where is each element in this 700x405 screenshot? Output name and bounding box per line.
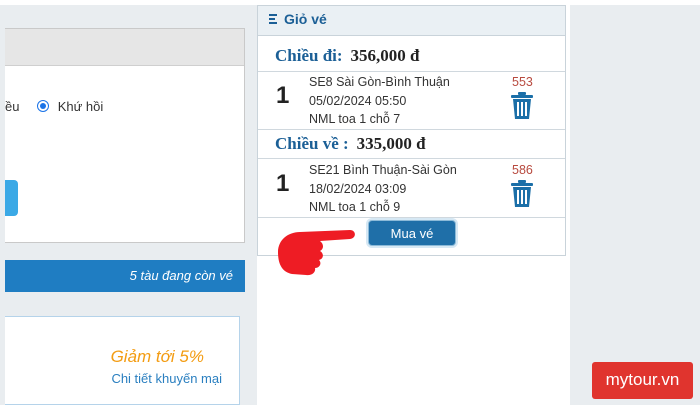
ticket-datetime: 05/02/2024 05:50 bbox=[309, 94, 407, 108]
trash-icon[interactable] bbox=[510, 180, 534, 208]
divider bbox=[258, 158, 565, 159]
search-form-header bbox=[5, 29, 244, 66]
outbound-label: Chiều đi: bbox=[275, 46, 343, 65]
trash-icon[interactable] bbox=[510, 92, 534, 120]
return-price: 335,000 đ bbox=[356, 134, 426, 153]
one-way-option-label[interactable]: ều bbox=[5, 99, 19, 114]
search-button[interactable] bbox=[5, 180, 18, 216]
promo-details-link[interactable]: Chi tiết khuyến mại bbox=[111, 371, 222, 386]
round-trip-label[interactable]: Khứ hồi bbox=[58, 99, 104, 114]
outbound-price: 356,000 đ bbox=[350, 46, 420, 65]
site-watermark: mytour.vn bbox=[592, 362, 693, 399]
ticket-datetime: 18/02/2024 03:09 bbox=[309, 182, 407, 196]
ticket-route: SE21 Bình Thuận-Sài Gòn bbox=[309, 163, 457, 177]
available-trains-bar: 5 tàu đang còn vé bbox=[5, 260, 245, 292]
cart-header: Giỏ vé bbox=[258, 6, 565, 36]
available-trains-text: 5 tàu đang còn vé bbox=[129, 268, 233, 283]
page-background-right bbox=[570, 0, 700, 405]
ticket-quantity: 1 bbox=[276, 82, 290, 109]
outbound-heading: Chiều đi: 356,000 đ bbox=[275, 46, 420, 66]
list-icon bbox=[269, 14, 277, 26]
ticket-code: 553 bbox=[512, 75, 533, 89]
divider bbox=[258, 129, 565, 130]
search-form-panel: ều Khứ hồi bbox=[5, 28, 245, 243]
page-background-gutter bbox=[245, 0, 257, 405]
cart-title: Giỏ vé bbox=[284, 11, 327, 27]
ticket-quantity: 1 bbox=[276, 170, 290, 197]
pointing-hand-icon bbox=[278, 230, 355, 276]
buy-ticket-button[interactable]: Mua vé bbox=[368, 220, 456, 246]
ticket-cart: Giỏ vé Chiều đi: 356,000 đ 1 SE8 Sài Gòn-… bbox=[257, 5, 566, 256]
round-trip-radio[interactable] bbox=[37, 100, 50, 112]
trip-type-selector: ều Khứ hồi bbox=[5, 99, 103, 114]
ticket-item-return: 1 SE21 Bình Thuận-Sài Gòn 18/02/2024 03:… bbox=[258, 163, 565, 221]
ticket-seat: NML toa 1 chỗ 9 bbox=[309, 200, 401, 214]
promo-box: Giảm tới 5% Chi tiết khuyến mại bbox=[5, 316, 240, 405]
ticket-item-outbound: 1 SE8 Sài Gòn-Bình Thuận 05/02/2024 05:5… bbox=[258, 75, 565, 133]
divider bbox=[258, 217, 565, 218]
ticket-route: SE8 Sài Gòn-Bình Thuận bbox=[309, 75, 450, 89]
return-heading: Chiều về : 335,000 đ bbox=[275, 134, 426, 154]
return-label: Chiều về : bbox=[275, 134, 349, 153]
divider bbox=[258, 71, 565, 72]
promo-title: Giảm tới 5% bbox=[110, 347, 204, 366]
ticket-seat: NML toa 1 chỗ 7 bbox=[309, 112, 401, 126]
ticket-code: 586 bbox=[512, 163, 533, 177]
